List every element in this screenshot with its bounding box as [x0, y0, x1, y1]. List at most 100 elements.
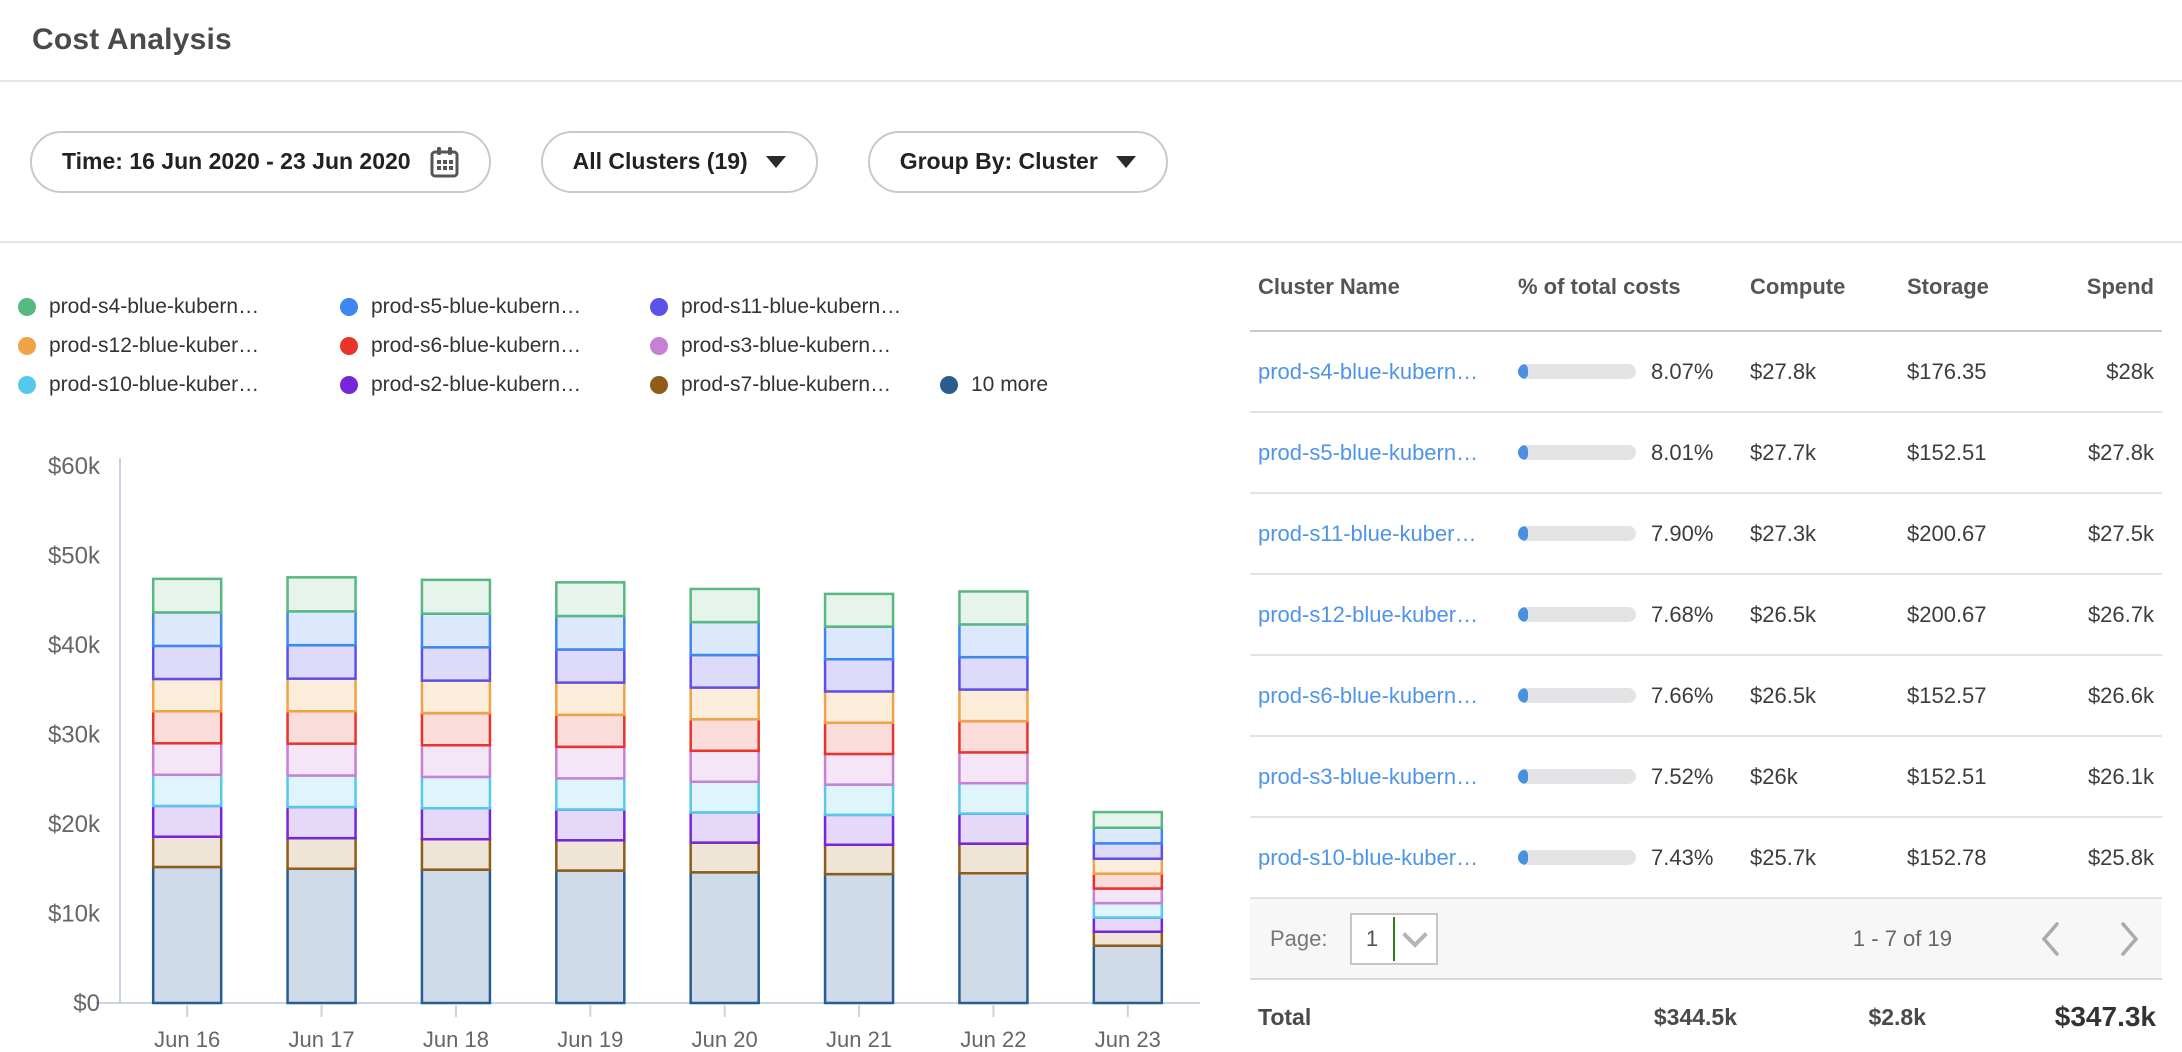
bar-segment[interactable]	[153, 612, 221, 645]
bar-segment[interactable]	[691, 622, 759, 655]
bar-segment[interactable]	[556, 810, 624, 841]
cluster-name-link[interactable]: prod-s10-blue-kuber…	[1250, 845, 1518, 871]
bar-segment[interactable]	[825, 691, 893, 722]
bar-segment[interactable]	[691, 751, 759, 782]
bar-segment[interactable]	[825, 659, 893, 691]
cluster-name-link[interactable]: prod-s11-blue-kuber…	[1250, 521, 1518, 547]
legend-item[interactable]: prod-s2-blue-kubern…	[340, 373, 650, 397]
legend-item[interactable]: prod-s12-blue-kuber…	[18, 334, 340, 358]
bar-segment[interactable]	[556, 683, 624, 715]
bar-segment[interactable]	[422, 745, 490, 777]
bar-segment[interactable]	[288, 611, 356, 645]
bar-segment[interactable]	[288, 807, 356, 838]
bar-segment[interactable]	[959, 591, 1027, 624]
bar-segment[interactable]	[691, 782, 759, 813]
time-range-filter[interactable]: Time: 16 Jun 2020 - 23 Jun 2020	[30, 131, 491, 193]
bar-segment[interactable]	[1094, 946, 1162, 1003]
bar-segment[interactable]	[153, 646, 221, 679]
bar-segment[interactable]	[825, 815, 893, 845]
bar-segment[interactable]	[959, 844, 1027, 874]
column-header-pct-total-costs[interactable]: % of total costs	[1518, 274, 1750, 300]
bar-segment[interactable]	[959, 721, 1027, 752]
bar-segment[interactable]	[691, 719, 759, 751]
bar-segment[interactable]	[825, 627, 893, 660]
bar-segment[interactable]	[422, 713, 490, 745]
bar-segment[interactable]	[1094, 874, 1162, 889]
legend-item[interactable]: prod-s11-blue-kubern…	[650, 295, 940, 319]
bar-segment[interactable]	[691, 655, 759, 688]
bar-segment[interactable]	[1094, 843, 1162, 858]
clusters-filter-dropdown[interactable]: All Clusters (19)	[541, 131, 818, 193]
bar-segment[interactable]	[556, 778, 624, 809]
bar-segment[interactable]	[288, 869, 356, 1003]
bar-segment[interactable]	[422, 614, 490, 648]
bar-segment[interactable]	[825, 754, 893, 785]
bar-segment[interactable]	[422, 580, 490, 614]
legend-item[interactable]: prod-s5-blue-kubern…	[340, 295, 650, 319]
group-by-dropdown[interactable]: Group By: Cluster	[868, 131, 1168, 193]
bar-segment[interactable]	[153, 679, 221, 711]
bar-segment[interactable]	[1094, 903, 1162, 917]
bar-segment[interactable]	[691, 812, 759, 842]
bar-segment[interactable]	[556, 715, 624, 747]
cluster-name-link[interactable]: prod-s3-blue-kubern…	[1250, 764, 1518, 790]
bar-segment[interactable]	[288, 744, 356, 776]
bar-segment[interactable]	[288, 775, 356, 807]
legend-item[interactable]: 10 more	[940, 373, 1048, 397]
cluster-name-link[interactable]: prod-s12-blue-kuber…	[1250, 602, 1518, 628]
bar-segment[interactable]	[825, 785, 893, 815]
bar-segment[interactable]	[959, 783, 1027, 813]
bar-segment[interactable]	[1094, 889, 1162, 904]
bar-segment[interactable]	[422, 647, 490, 680]
bar-segment[interactable]	[288, 645, 356, 678]
bar-segment[interactable]	[825, 594, 893, 627]
bar-segment[interactable]	[691, 688, 759, 720]
legend-item[interactable]: prod-s3-blue-kubern…	[650, 334, 940, 358]
bar-segment[interactable]	[691, 589, 759, 622]
bar-segment[interactable]	[153, 806, 221, 837]
cluster-name-link[interactable]: prod-s5-blue-kubern…	[1250, 440, 1518, 466]
bar-segment[interactable]	[959, 690, 1027, 722]
legend-item[interactable]: prod-s4-blue-kubern…	[18, 295, 340, 319]
bar-segment[interactable]	[959, 657, 1027, 689]
prev-page-button[interactable]	[2030, 919, 2070, 959]
cluster-name-link[interactable]: prod-s6-blue-kubern…	[1250, 683, 1518, 709]
bar-segment[interactable]	[288, 711, 356, 743]
bar-segment[interactable]	[422, 808, 490, 839]
bar-segment[interactable]	[422, 681, 490, 713]
bar-segment[interactable]	[1094, 828, 1162, 844]
bar-segment[interactable]	[556, 840, 624, 870]
bar-segment[interactable]	[288, 838, 356, 869]
bar-segment[interactable]	[825, 723, 893, 754]
bar-segment[interactable]	[556, 649, 624, 682]
cost-bar-chart[interactable]: $0$10k$20k$30k$40k$50k$60kJun 16Jun 17Ju…	[0, 416, 1220, 1050]
bar-segment[interactable]	[153, 711, 221, 743]
bar-segment[interactable]	[556, 747, 624, 779]
bar-segment[interactable]	[959, 624, 1027, 657]
bar-segment[interactable]	[153, 775, 221, 806]
bar-segment[interactable]	[288, 679, 356, 712]
bar-segment[interactable]	[1094, 918, 1162, 932]
bar-segment[interactable]	[422, 870, 490, 1003]
bar-segment[interactable]	[556, 871, 624, 1003]
bar-segment[interactable]	[691, 843, 759, 873]
bar-segment[interactable]	[556, 616, 624, 649]
column-header-compute[interactable]: Compute	[1750, 274, 1907, 300]
bar-segment[interactable]	[153, 837, 221, 867]
bar-segment[interactable]	[288, 577, 356, 611]
bar-segment[interactable]	[422, 839, 490, 869]
bar-segment[interactable]	[959, 752, 1027, 783]
bar-segment[interactable]	[422, 777, 490, 808]
column-header-spend[interactable]: Spend	[2072, 274, 2162, 300]
bar-segment[interactable]	[691, 872, 759, 1003]
bar-segment[interactable]	[1094, 812, 1162, 828]
legend-item[interactable]: prod-s10-blue-kuber…	[18, 373, 340, 397]
bar-segment[interactable]	[153, 579, 221, 613]
column-header-cluster-name[interactable]: Cluster Name	[1250, 274, 1518, 300]
bar-segment[interactable]	[153, 743, 221, 775]
column-header-storage[interactable]: Storage	[1907, 274, 2072, 300]
bar-segment[interactable]	[825, 874, 893, 1003]
bar-segment[interactable]	[1094, 932, 1162, 946]
legend-item[interactable]: prod-s6-blue-kubern…	[340, 334, 650, 358]
legend-item[interactable]: prod-s7-blue-kubern…	[650, 373, 940, 397]
